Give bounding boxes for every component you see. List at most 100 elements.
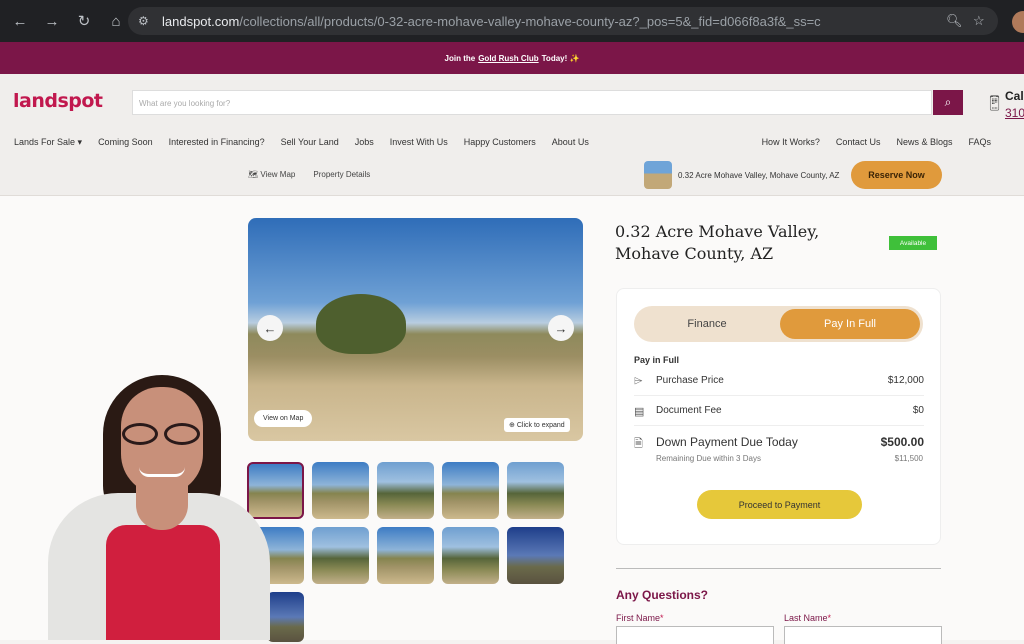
presenter-webcam-overlay: [48, 375, 270, 640]
zoom-in-icon: ⊕: [509, 422, 515, 429]
questions-heading: Any Questions?: [616, 588, 709, 602]
remaining-label: Remaining Due within 3 Days: [656, 454, 761, 463]
prev-image-button[interactable]: ←: [257, 315, 283, 341]
tab-finance[interactable]: Finance: [634, 306, 780, 342]
thumbnail-10[interactable]: [507, 527, 564, 584]
thumbnail-4[interactable]: [442, 462, 499, 519]
down-payment-value: $500.00: [880, 435, 924, 449]
last-name-field[interactable]: [784, 626, 942, 644]
thumbnail-5[interactable]: [507, 462, 564, 519]
row-divider: [634, 395, 924, 396]
required-mark: *: [827, 613, 832, 623]
tab-pay-in-full[interactable]: Pay In Full: [780, 309, 920, 339]
call-number[interactable]: 310: [1005, 105, 1024, 122]
menu-lands-for-sale[interactable]: Lands For Sale ▾: [14, 137, 82, 148]
menu-invest[interactable]: Invest With Us: [390, 137, 448, 148]
menu-news[interactable]: News & Blogs: [896, 137, 952, 147]
site-header: landspot What are you looking for? ⌕ 📱︎ …: [0, 74, 1024, 196]
first-name-text: First Name: [616, 613, 661, 623]
section-divider: [616, 568, 941, 569]
pricing-card: Finance Pay In Full Pay in Full ⌲ Purcha…: [616, 288, 941, 545]
menu-coming-soon[interactable]: Coming Soon: [98, 137, 153, 148]
search-button[interactable]: ⌕: [933, 90, 963, 115]
purchase-price-label: Purchase Price: [656, 375, 724, 386]
first-name-label: First Name*: [616, 613, 664, 623]
document-fee-row: ▤ Document Fee $0: [634, 405, 924, 421]
bookmark-star-icon[interactable]: ☆: [973, 13, 985, 29]
row-divider: [634, 425, 924, 426]
required-mark: *: [660, 613, 664, 623]
view-map-link[interactable]: 🗺︎ View Map: [248, 170, 295, 179]
profile-avatar[interactable]: [1012, 11, 1024, 33]
last-name-text: Last Name: [784, 613, 828, 623]
presenter-smile: [139, 467, 185, 477]
presenter-glasses: [120, 423, 204, 445]
document-icon: 🗎︎: [634, 438, 643, 450]
section-label: Pay in Full: [634, 355, 680, 365]
document-fee-label: Document Fee: [656, 405, 722, 416]
document-fee-value: $0: [912, 405, 924, 416]
forward-icon[interactable]: →: [38, 7, 66, 35]
zoom-icon[interactable]: 🔍︎: [946, 13, 963, 29]
promo-suffix: Today! ✨: [541, 53, 580, 63]
thumbnail-2[interactable]: [312, 462, 369, 519]
mini-property-title: 0.32 Acre Mohave Valley, Mohave County, …: [678, 171, 840, 180]
glasses-lens-right: [164, 423, 200, 445]
mini-property-thumbnail: [644, 161, 672, 189]
hero-bush-shape: [316, 294, 406, 354]
product-title: 0.32 Acre Mohave Valley, Mohave County, …: [615, 222, 820, 263]
calculator-icon: ▤: [634, 406, 645, 418]
menu-sell-land[interactable]: Sell Your Land: [281, 137, 339, 148]
thumbnail-11[interactable]: [267, 592, 304, 642]
thumbnail-9[interactable]: [442, 527, 499, 584]
main-menu: Lands For Sale ▾ Coming Soon Interested …: [14, 137, 589, 148]
menu-how-it-works[interactable]: How It Works?: [762, 137, 820, 147]
menu-financing[interactable]: Interested in Financing?: [169, 137, 265, 148]
property-details-link[interactable]: Property Details: [313, 170, 370, 179]
browser-toolbar: ← → ↻ ⌂ ⚙ landspot.com/collections/all/p…: [0, 0, 1024, 42]
proceed-to-payment-button[interactable]: Proceed to Payment: [697, 490, 862, 519]
view-map-label: View Map: [260, 170, 296, 179]
click-to-expand-label: Click to expand: [516, 422, 565, 429]
landspot-logo[interactable]: landspot: [13, 90, 103, 112]
purchase-price-value: $12,000: [887, 375, 924, 386]
down-payment-row: 🗎︎ Down Payment Due Today $500.00: [634, 435, 924, 453]
call-label: Cal: [1005, 89, 1024, 103]
next-image-button[interactable]: →: [548, 315, 574, 341]
call-block[interactable]: Cal 310: [1005, 88, 1024, 122]
search-input[interactable]: What are you looking for?: [132, 90, 932, 115]
remaining-value: $11,500: [894, 454, 923, 463]
menu-about[interactable]: About Us: [552, 137, 589, 148]
menu-contact[interactable]: Contact Us: [836, 137, 881, 147]
site-settings-icon[interactable]: ⚙: [138, 14, 156, 28]
promo-prefix: Join the: [444, 53, 476, 63]
payment-toggle: Finance Pay In Full: [634, 306, 923, 342]
map-icon: 🗺︎: [248, 170, 259, 179]
reload-icon[interactable]: ↻: [70, 7, 98, 35]
url-path: /collections/all/products/0-32-acre-moha…: [239, 13, 821, 29]
back-icon[interactable]: ←: [6, 7, 34, 35]
thumbnail-8[interactable]: [377, 527, 434, 584]
thumbnail-7[interactable]: [312, 527, 369, 584]
first-name-field[interactable]: [616, 626, 774, 644]
glasses-lens-left: [122, 423, 158, 445]
menu-jobs[interactable]: Jobs: [355, 137, 374, 148]
menu-happy-customers[interactable]: Happy Customers: [464, 137, 536, 148]
home-icon[interactable]: ⌂: [102, 7, 130, 35]
url-text[interactable]: landspot.com/collections/all/products/0-…: [162, 14, 942, 29]
tag-icon: ⌲: [634, 375, 643, 387]
click-to-expand-button[interactable]: ⊕ Click to expand: [504, 418, 570, 432]
reserve-now-button[interactable]: Reserve Now: [851, 161, 942, 189]
address-bar[interactable]: ⚙ landspot.com/collections/all/products/…: [128, 7, 998, 35]
down-payment-label: Down Payment Due Today: [656, 435, 798, 449]
menu-faqs[interactable]: FAQs: [968, 137, 991, 147]
promo-banner: Join the Gold Rush Club Today! ✨: [0, 42, 1024, 74]
search-icon: ⌕: [944, 95, 952, 109]
thumbnail-3[interactable]: [377, 462, 434, 519]
hero-image[interactable]: ← → View on Map ⊕ Click to expand: [248, 218, 583, 441]
property-subnav: 🗺︎ View Map Property Details: [248, 170, 370, 179]
gold-rush-club-link[interactable]: Gold Rush Club: [478, 54, 538, 63]
presenter-shirt: [106, 525, 220, 640]
secondary-menu: How It Works? Contact Us News & Blogs FA…: [762, 137, 991, 147]
status-badge: Available: [889, 236, 937, 250]
